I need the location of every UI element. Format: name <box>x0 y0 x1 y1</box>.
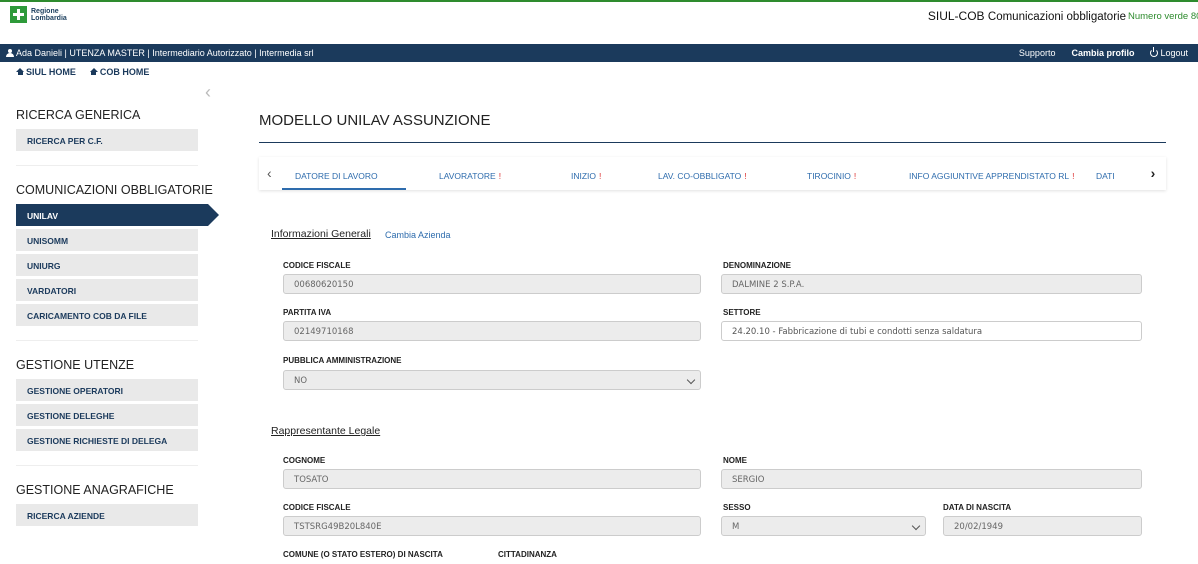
app-title-main: SIUL-COB <box>927 9 985 23</box>
hotline-number: Numero verde 800 591 82 <box>1128 11 1198 22</box>
chevron-down-icon <box>686 375 696 385</box>
home-links: SIUL HOME COB HOME <box>16 67 149 77</box>
sidebar-item-vardatori[interactable]: VARDATORI <box>16 279 198 301</box>
section-rappresentante-legale: Rappresentante Legale <box>271 425 381 437</box>
tab-info-apprendistato[interactable]: INFO AGGIUNTIVE APPRENDISTATO RL! <box>909 171 1075 181</box>
chevron-down-icon <box>911 521 921 531</box>
sidebar-heading-comunicazioni: COMUNICAZIONI OBBLIGATORIE <box>16 183 213 197</box>
sidebar-heading-anagrafiche: GESTIONE ANAGRAFICHE <box>16 483 174 497</box>
lombardia-rose-icon <box>10 6 27 23</box>
sidebar-item-ricerca-cf[interactable]: RICERCA PER C.F. <box>16 129 198 151</box>
support-link[interactable]: Supporto <box>1019 48 1056 58</box>
sidebar-item-caricamento[interactable]: CARICAMENTO COB DA FILE <box>16 304 198 326</box>
user-info: Ada Danieli | UTENZA MASTER | Intermedia… <box>16 48 314 58</box>
logout-link[interactable]: Logout <box>1150 47 1188 58</box>
sidebar-item-gestione-deleghe[interactable]: GESTIONE DELEGHE <box>16 404 198 426</box>
tab-bar: ‹ DATORE DI LAVORO LAVORATORE! INIZIO! L… <box>259 157 1166 190</box>
collapse-sidebar-icon[interactable]: ‹ <box>205 82 211 103</box>
sesso-select[interactable]: M <box>721 516 926 536</box>
rl-codice-fiscale-label: CODICE FISCALE <box>283 503 351 512</box>
tab-tirocinio[interactable]: TIROCINIO! <box>807 171 856 181</box>
sesso-label: SESSO <box>723 503 751 512</box>
warning-mark: ! <box>853 171 857 181</box>
sidebar: RICERCA GENERICA RICERCA PER C.F. COMUNI… <box>16 108 219 529</box>
nome-field[interactable]: SERGIO <box>721 469 1142 489</box>
active-tab-indicator <box>282 188 406 190</box>
rl-codice-fiscale-field[interactable]: TSTSRG49B20L840E <box>283 516 701 536</box>
cittadinanza-label: CITTADINANZA <box>498 550 557 559</box>
sidebar-item-richieste-delega[interactable]: GESTIONE RICHIESTE DI DELEGA <box>16 429 198 451</box>
section-informazioni-generali: Informazioni Generali <box>271 228 371 240</box>
warning-mark: ! <box>744 171 747 181</box>
change-profile-link[interactable]: Cambia profilo <box>1071 48 1134 58</box>
tab-inizio[interactable]: INIZIO! <box>571 171 601 181</box>
divider <box>16 465 198 466</box>
partita-iva-field[interactable]: 02149710168 <box>283 321 701 341</box>
divider <box>16 165 198 166</box>
sidebar-heading-ricerca: RICERCA GENERICA <box>16 108 141 122</box>
home-icon <box>16 68 24 75</box>
comune-nascita-label: COMUNE (O STATO ESTERO) DI NASCITA <box>283 550 443 559</box>
user-bar: Ada Danieli | UTENZA MASTER | Intermedia… <box>0 44 1198 62</box>
settore-field[interactable]: 24.20.10 - Fabbricazione di tubi e condo… <box>721 321 1142 341</box>
sidebar-heading-utenze: GESTIONE UTENZE <box>16 358 135 372</box>
cob-home-link[interactable]: COB HOME <box>89 67 149 77</box>
logo-line1: Regione <box>31 7 59 15</box>
siul-home-link[interactable]: SIUL HOME <box>16 67 76 77</box>
tab-datore-di-lavoro[interactable]: DATORE DI LAVORO <box>295 171 378 181</box>
cognome-field[interactable]: TOSATO <box>283 469 701 489</box>
tab-lav-co-obbligato[interactable]: LAV. CO-OBBLIGATO! <box>658 171 747 181</box>
warning-mark: ! <box>599 171 602 181</box>
settore-label: SETTORE <box>723 308 761 317</box>
app-title: SIUL-COB Comunicazioni obbligatorie <box>928 9 1126 23</box>
tab-lavoratore[interactable]: LAVORATORE! <box>439 171 501 181</box>
sidebar-item-ricerca-aziende[interactable]: RICERCA AZIENDE <box>16 504 198 526</box>
regione-lombardia-logo[interactable]: Regione Lombardia <box>10 6 67 23</box>
warning-mark: ! <box>498 171 502 181</box>
tab-dati[interactable]: DATI <box>1096 171 1115 181</box>
sidebar-item-uniurg[interactable]: UNIURG <box>16 254 198 276</box>
denominazione-label: DENOMINAZIONE <box>723 261 791 270</box>
codice-fiscale-label: CODICE FISCALE <box>283 261 351 270</box>
user-icon <box>6 49 14 57</box>
app-title-sub: Comunicazioni obbligatorie <box>987 11 1126 23</box>
home-icon <box>89 68 98 75</box>
sidebar-item-unisomm[interactable]: UNISOMM <box>16 229 198 251</box>
nome-label: NOME <box>723 456 747 465</box>
pubblica-amministrazione-label: PUBBLICA AMMINISTRAZIONE <box>283 356 402 365</box>
sidebar-item-unilav[interactable]: UNILAV <box>16 204 219 226</box>
pubblica-amministrazione-select[interactable]: NO <box>283 370 701 390</box>
codice-fiscale-field[interactable]: 00680620150 <box>283 274 701 294</box>
tabs-next-icon[interactable]: › <box>1140 157 1166 190</box>
tabs-prev-icon[interactable]: ‹ <box>267 165 272 181</box>
cognome-label: COGNOME <box>283 456 326 465</box>
top-header: Regione Lombardia SIUL-COB Comunicazioni… <box>0 0 1198 26</box>
partita-iva-label: PARTITA IVA <box>283 308 332 317</box>
logo-line2: Lombardia <box>31 14 67 22</box>
data-nascita-field[interactable]: 20/02/1949 <box>943 516 1142 536</box>
sidebar-item-gestione-operatori[interactable]: GESTIONE OPERATORI <box>16 379 198 401</box>
cambia-azienda-link[interactable]: Cambia Azienda <box>385 230 451 240</box>
divider <box>16 340 198 341</box>
page-title: MODELLO UNILAV ASSUNZIONE <box>259 112 491 129</box>
power-icon <box>1150 47 1159 57</box>
denominazione-field[interactable]: DALMINE 2 S.P.A. <box>721 274 1142 294</box>
data-nascita-label: DATA DI NASCITA <box>943 503 1012 512</box>
title-divider <box>259 142 1166 143</box>
warning-mark: ! <box>1072 171 1075 181</box>
